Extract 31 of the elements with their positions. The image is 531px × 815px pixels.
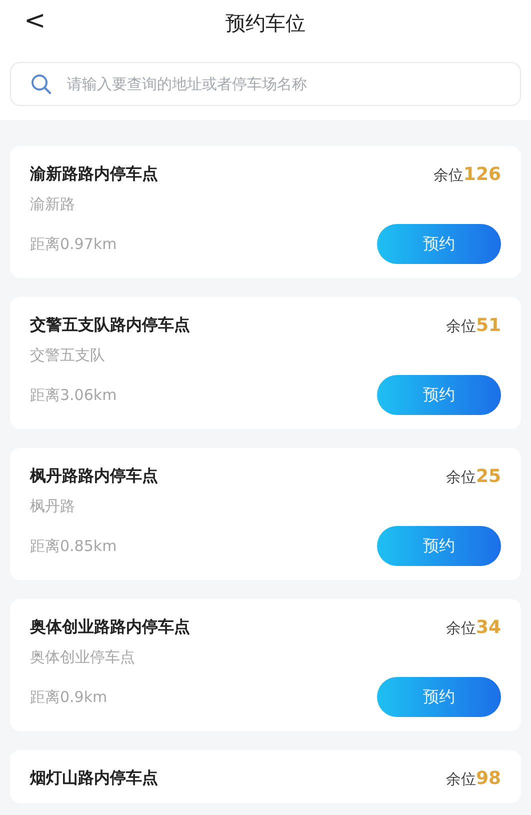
parking-address: 渝新路: [30, 195, 76, 214]
spaces-count: 51: [476, 315, 501, 336]
distance-text: 距离0.85km: [30, 536, 117, 556]
parking-address: 奥体创业停车点: [30, 648, 136, 667]
spaces-label: 余位: [433, 166, 464, 185]
search-field[interactable]: 请输入要查询的地址或者停车场名称: [10, 62, 521, 106]
parking-name: 渝新路路内停车点: [30, 164, 158, 185]
parking-name: 枫丹路路内停车点: [30, 466, 158, 487]
parking-address: 枫丹路: [30, 497, 76, 516]
spaces-count: 34: [476, 617, 501, 638]
spaces-label: 余位: [446, 468, 476, 487]
distance-text: 距离0.9km: [30, 688, 108, 706]
parking-card[interactable]: 奥体创业路路内停车点 余位34 奥体创业停车点 距离0.9km 预约: [10, 599, 521, 731]
spaces-count: 98: [476, 768, 501, 789]
spaces-label: 余位: [446, 619, 476, 638]
spaces-count: 25: [476, 466, 501, 487]
parking-card[interactable]: 烟灯山路内停车点 余位98: [10, 750, 521, 803]
page-title: 预约车位: [226, 10, 306, 36]
back-button[interactable]: <: [20, 6, 50, 36]
parking-card[interactable]: 交警五支队路内停车点 余位51 交警五支队 距离3.06km 预约: [10, 297, 521, 429]
distance-text: 距离0.97km: [30, 234, 117, 254]
distance-text: 距离3.06km: [30, 386, 117, 404]
parking-name: 奥体创业路路内停车点: [30, 617, 190, 638]
parking-card[interactable]: 渝新路路内停车点 余位126 渝新路 距离0.97km 预约: [10, 146, 521, 278]
parking-card[interactable]: 枫丹路路内停车点 余位25 枫丹路 距离0.85km 预约: [10, 448, 521, 580]
parking-name: 烟灯山路内停车点: [30, 768, 158, 789]
spaces-label: 余位: [446, 770, 476, 789]
parking-address: 交警五支队: [30, 346, 106, 365]
spaces-count: 126: [463, 164, 501, 185]
parking-name: 交警五支队路内停车点: [30, 315, 190, 336]
spaces-label: 余位: [446, 317, 476, 336]
